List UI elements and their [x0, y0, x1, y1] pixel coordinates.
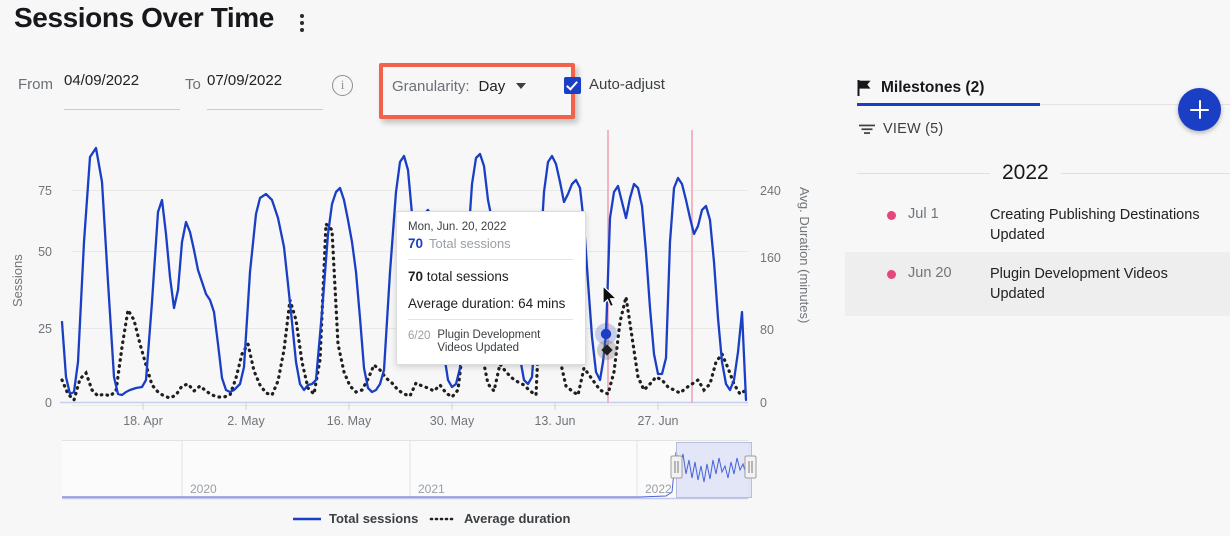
tooltip-top-value: 70 [408, 236, 423, 251]
page-title: Sessions Over Time [14, 2, 274, 34]
more-vert-icon[interactable] [288, 7, 316, 39]
svg-text:30. May: 30. May [430, 414, 475, 428]
y-axis-left: 75 50 25 0 Sessions [10, 184, 52, 410]
controls-row: From 04/09/2022 To 07/09/2022 i Granular… [0, 70, 820, 104]
x-axis [143, 403, 658, 410]
svg-text:2. May: 2. May [227, 414, 265, 428]
tab-milestones[interactable]: Milestones (2) [857, 71, 984, 105]
milestones-panel: Milestones (2) VIEW (5) 2022 Jul 1 Creat… [845, 60, 1230, 536]
from-label: From [18, 76, 53, 93]
year-label: 2022 [990, 161, 1061, 185]
tooltip-total-row: 70 total sessions [408, 269, 573, 284]
svg-text:80: 80 [760, 323, 774, 337]
view-filter-label: VIEW (5) [883, 121, 943, 137]
auto-adjust-label[interactable]: Auto-adjust [589, 76, 665, 93]
divider-line-left [857, 173, 990, 174]
menu-dot [300, 28, 304, 32]
milestone-list-item[interactable]: Jun 20 Plugin Development Videos Updated [845, 252, 1230, 316]
chart-legend: Total sessions Average duration [293, 511, 570, 526]
svg-text:Sessions: Sessions [10, 254, 25, 307]
milestone-title: Plugin Development Videos Updated [990, 264, 1230, 304]
svg-text:16. May: 16. May [327, 414, 372, 428]
chart-highlight-markers [595, 323, 617, 345]
from-date-input[interactable]: 04/09/2022 [64, 72, 180, 110]
svg-text:0: 0 [760, 396, 767, 410]
granularity-value: Day [479, 78, 506, 95]
svg-text:2021: 2021 [418, 482, 445, 496]
chart-navigator: 2020 2021 2022 [62, 440, 756, 499]
milestone-dot [887, 211, 896, 220]
milestone-date: Jun 20 [908, 264, 990, 281]
chart-tooltip: Mon, Jun. 20, 2022 70 Total sessions 70 … [396, 211, 586, 365]
tooltip-divider [408, 259, 573, 260]
y-axis-right: 240 160 80 0 Avg. Duration (minutes) [760, 184, 812, 410]
tooltip-total-value: 70 [408, 269, 423, 284]
view-filter-button[interactable]: VIEW (5) [859, 116, 943, 142]
menu-dot [300, 21, 304, 25]
info-icon[interactable]: i [332, 75, 353, 96]
tooltip-total-label: total sessions [427, 269, 509, 284]
svg-text:0: 0 [45, 396, 52, 410]
milestone-date: Jul 1 [908, 205, 990, 222]
filter-icon [859, 123, 875, 135]
svg-text:13. Jun: 13. Jun [534, 414, 575, 428]
tooltip-milestone-date: 6/20 [408, 329, 430, 342]
svg-text:27. Jun: 27. Jun [637, 414, 678, 428]
svg-text:Total sessions: Total sessions [329, 511, 418, 526]
chevron-down-icon [516, 83, 526, 89]
year-divider: 2022 [857, 159, 1230, 187]
tooltip-milestone-text: Plugin Development Videos Updated [437, 329, 573, 355]
milestone-title: Creating Publishing Destinations Updated [990, 205, 1230, 245]
to-label: To [185, 76, 201, 93]
svg-text:18. Apr: 18. Apr [123, 414, 163, 428]
tab-milestones-label: Milestones (2) [881, 79, 984, 97]
auto-adjust-checkbox[interactable] [564, 77, 581, 94]
svg-text:50: 50 [38, 245, 52, 259]
svg-text:Avg. Duration (minutes): Avg. Duration (minutes) [797, 187, 812, 323]
chart-plot-lines [608, 130, 692, 403]
svg-text:Average duration: Average duration [464, 511, 570, 526]
divider-line-right [1061, 173, 1230, 174]
tooltip-date: Mon, Jun. 20, 2022 [408, 221, 573, 233]
svg-text:2020: 2020 [190, 482, 217, 496]
tooltip-milestone-row: 6/20 Plugin Development Videos Updated [408, 329, 573, 355]
tooltip-divider [408, 319, 573, 320]
flag-icon [857, 80, 872, 96]
svg-text:25: 25 [38, 322, 52, 336]
to-date-input[interactable]: 07/09/2022 [207, 72, 323, 110]
x-axis-labels: 18. Apr 2. May 16. May 30. May 13. Jun 2… [123, 414, 678, 428]
add-milestone-button[interactable] [1178, 88, 1221, 131]
svg-text:240: 240 [760, 184, 781, 198]
menu-dot [300, 14, 304, 18]
svg-text:75: 75 [38, 184, 52, 198]
granularity-label: Granularity: [392, 78, 470, 95]
tooltip-duration: Average duration: 64 mins [408, 296, 573, 311]
svg-text:2022: 2022 [645, 482, 672, 496]
granularity-dropdown[interactable]: Granularity: Day [392, 72, 526, 100]
svg-text:160: 160 [760, 251, 781, 265]
milestone-list-item[interactable]: Jul 1 Creating Publishing Destinations U… [845, 193, 1230, 257]
navigator-handle-left [671, 456, 682, 478]
navigator-handle-right [745, 456, 756, 478]
tab-active-underline [857, 103, 1040, 106]
tooltip-top-label: Total sessions [429, 236, 511, 251]
milestone-dot [887, 270, 896, 279]
